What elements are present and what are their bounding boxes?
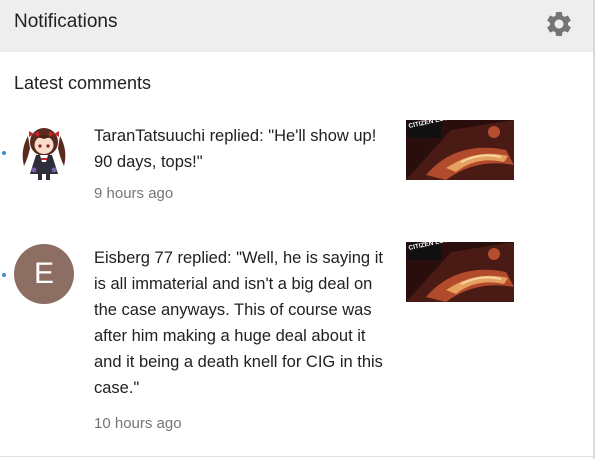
notifications-panel: Notifications Latest comments TaranTatsu…: [0, 0, 595, 459]
video-thumbnail[interactable]: CITIZEN LOST: [406, 120, 514, 180]
comment-text[interactable]: Eisberg 77 replied: "Well, he is saying …: [94, 245, 384, 401]
unread-indicator: [2, 151, 6, 155]
notification-item[interactable]: E Eisberg 77 replied: "Well, he is sayin…: [0, 240, 593, 440]
gear-icon[interactable]: [544, 9, 574, 39]
timestamp: 9 hours ago: [94, 185, 174, 202]
header-title: Notifications: [14, 11, 118, 32]
comment-text[interactable]: TaranTatsuuchi replied: "He'll show up! …: [94, 123, 384, 175]
notification-item[interactable]: TaranTatsuuchi replied: "He'll show up! …: [0, 118, 593, 214]
avatar[interactable]: E: [14, 244, 74, 304]
divider: [0, 456, 593, 457]
notifications-header: Notifications: [0, 0, 593, 52]
avatar[interactable]: [14, 122, 74, 182]
timestamp: 10 hours ago: [94, 415, 182, 432]
video-thumbnail[interactable]: CITIZEN LOST: [406, 242, 514, 302]
section-title: Latest comments: [14, 73, 152, 93]
unread-indicator: [2, 273, 6, 277]
